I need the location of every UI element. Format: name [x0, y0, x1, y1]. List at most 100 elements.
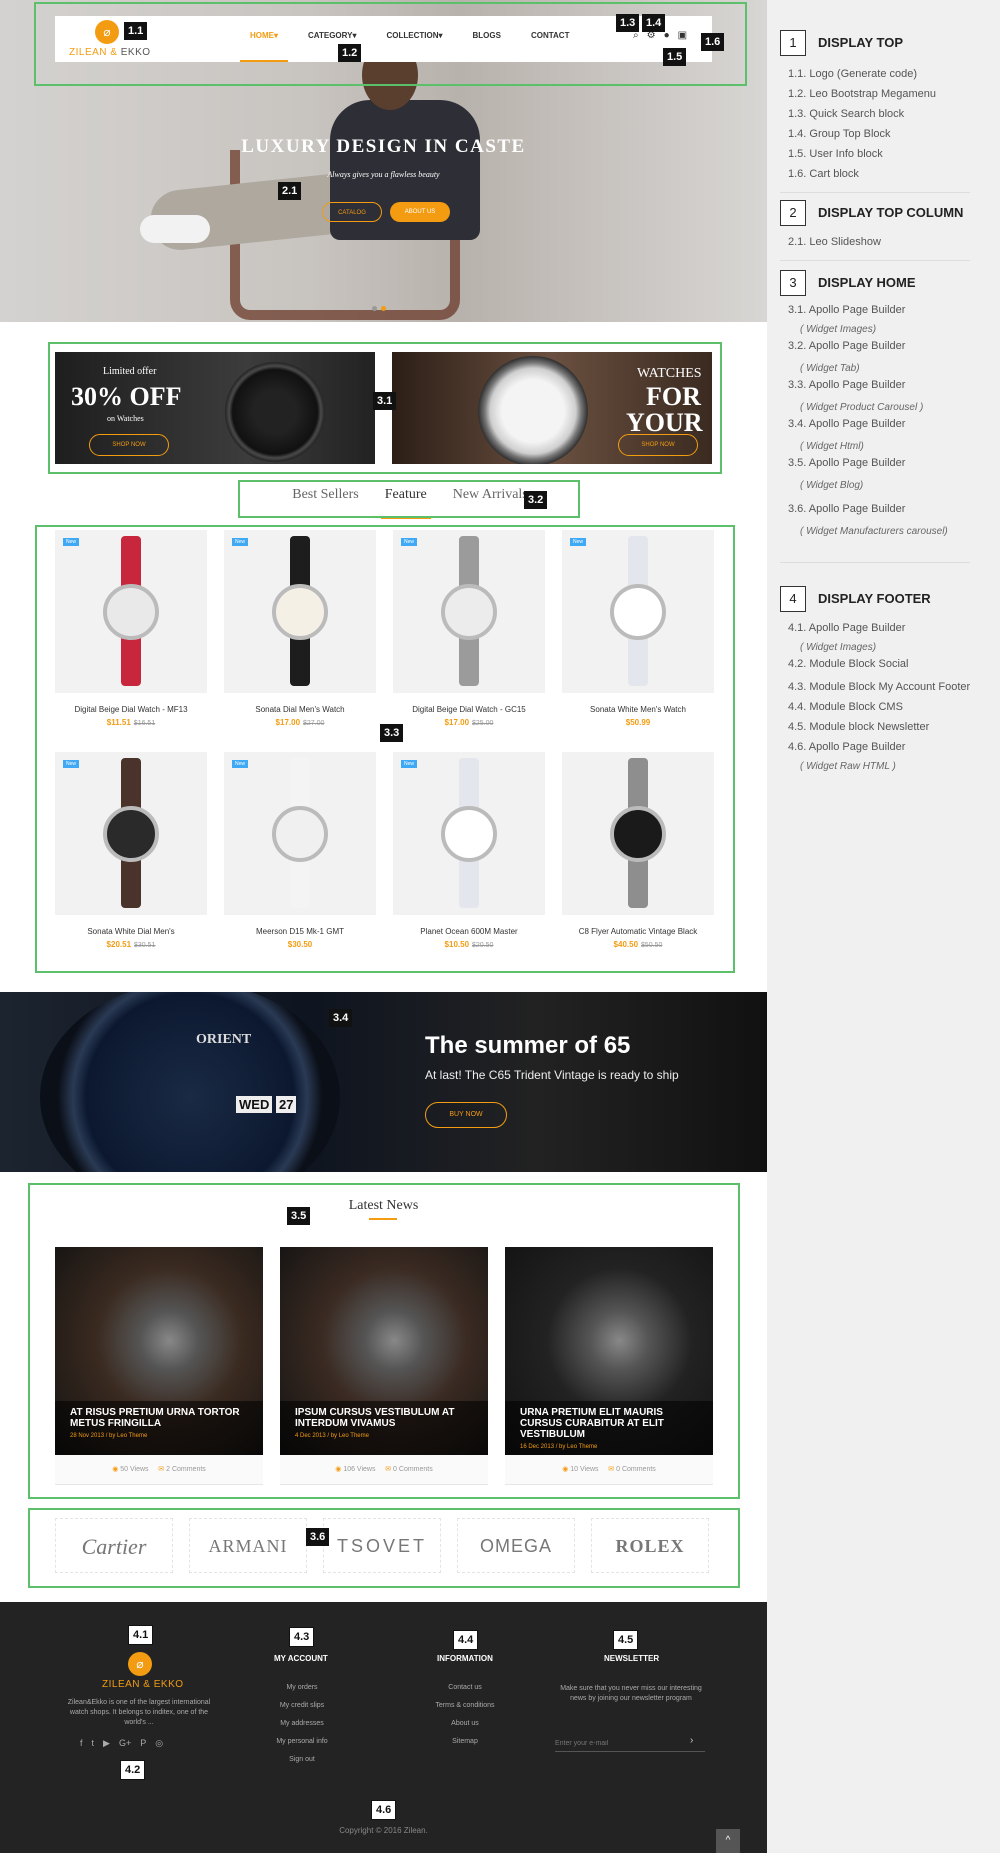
- menu-collection[interactable]: COLLECTION▾: [371, 16, 457, 62]
- footer-link[interactable]: About us: [425, 1720, 505, 1727]
- product-card[interactable]: New Meerson D15 Mk-1 GMT $30.50: [224, 752, 376, 974]
- news-title[interactable]: AT RISUS PRETIUM URNA TORTOR METUS FRING…: [70, 1407, 248, 1429]
- watch-dial: [272, 806, 328, 862]
- legend-item: 4.4. Module Block CMS: [788, 701, 903, 713]
- banner-shop-button[interactable]: SHOP NOW: [89, 434, 169, 456]
- news-card[interactable]: URNA PRETIUM ELIT MAURIS CURSUS CURABITU…: [505, 1247, 713, 1485]
- product-card[interactable]: New Digital Beige Dial Watch - GC15 $17.00…: [393, 530, 545, 752]
- section-label-tag: 2.1: [278, 182, 302, 200]
- banner-watches[interactable]: WATCHES FOR YOUR SHOP NOW: [392, 352, 712, 464]
- footer-link[interactable]: My personal info: [262, 1738, 342, 1745]
- new-badge: New: [63, 760, 80, 768]
- social-links: f t ▶ G+ P ◎: [80, 1738, 163, 1749]
- product-name[interactable]: Digital Beige Dial Watch - GC15: [393, 705, 545, 714]
- legend-section-number: 4: [780, 586, 806, 612]
- legend-item: 1.5. User Info block: [788, 148, 883, 160]
- old-price: $30.51: [134, 942, 156, 949]
- slider-dot-active[interactable]: [381, 306, 386, 311]
- section-label-tag: 4.4: [453, 1630, 479, 1650]
- newsletter-submit-icon[interactable]: ›: [690, 1735, 693, 1746]
- product-name[interactable]: Sonata White Men's Watch: [562, 705, 714, 714]
- product-image[interactable]: New: [393, 752, 545, 915]
- product-image[interactable]: New: [55, 752, 207, 915]
- product-name[interactable]: Sonata Dial Men's Watch: [224, 705, 376, 714]
- product-name[interactable]: C8 Flyer Automatic Vintage Black: [562, 927, 714, 936]
- banner-watch-image: [225, 362, 325, 462]
- footer-link[interactable]: Sign out: [262, 1756, 342, 1763]
- product-price: $10.50 $20.50: [444, 940, 494, 949]
- instagram-icon[interactable]: ◎: [155, 1738, 163, 1749]
- menu-blogs[interactable]: BLOGS: [458, 16, 516, 62]
- banner-offer[interactable]: Limited offer 30% OFF on Watches SHOP NO…: [55, 352, 375, 464]
- menu-contact[interactable]: CONTACT: [516, 16, 585, 62]
- footer-link[interactable]: Contact us: [425, 1684, 505, 1691]
- section-label-tag: 1.5: [663, 48, 687, 66]
- product-card[interactable]: New Planet Ocean 600M Master $10.50 $20.50: [393, 752, 545, 974]
- legend-item: ( Widget Raw HTML ): [800, 761, 896, 772]
- product-card[interactable]: New Sonata White Men's Watch $50.99: [562, 530, 714, 752]
- tab-feature[interactable]: Feature: [379, 481, 433, 519]
- twitter-icon[interactable]: t: [92, 1738, 95, 1749]
- footer-link[interactable]: My credit slips: [262, 1702, 342, 1709]
- google-plus-icon[interactable]: G+: [119, 1738, 131, 1749]
- news-title[interactable]: URNA PRETIUM ELIT MAURIS CURSUS CURABITU…: [520, 1407, 698, 1440]
- menu-home[interactable]: HOME▾: [235, 16, 293, 62]
- legend-section-number: 1: [780, 30, 806, 56]
- footer-link[interactable]: My orders: [262, 1684, 342, 1691]
- pinterest-icon[interactable]: P: [140, 1738, 146, 1749]
- news-date: 4 Dec 2013 / by Leo Theme: [295, 1433, 369, 1439]
- product-card[interactable]: New Digital Beige Dial Watch - MF13 $11.51…: [55, 530, 207, 752]
- hero-about-button[interactable]: ABOUT US: [390, 202, 450, 222]
- footer-newsletter-title: NEWSLETTER: [604, 1654, 660, 1663]
- comment-icon: ✉: [158, 1466, 165, 1473]
- eye-icon: ◉: [112, 1466, 119, 1473]
- comment-icon: ✉: [608, 1466, 615, 1473]
- product-image[interactable]: New: [562, 530, 714, 693]
- hero-catalog-button[interactable]: CATALOG: [322, 202, 382, 222]
- product-image[interactable]: New: [393, 530, 545, 693]
- product-name[interactable]: Meerson D15 Mk-1 GMT: [224, 927, 376, 936]
- product-card[interactable]: C8 Flyer Automatic Vintage Black $40.50 $5…: [562, 752, 714, 974]
- brand-logo[interactable]: Cartier: [55, 1518, 173, 1573]
- back-to-top-button[interactable]: ^: [716, 1829, 740, 1853]
- slider-dot[interactable]: [372, 306, 377, 311]
- brand-logo[interactable]: OMEGA: [457, 1518, 575, 1573]
- facebook-icon[interactable]: f: [80, 1738, 83, 1749]
- news-card[interactable]: IPSUM CURSUS VESTIBULUM AT INTERDUM VIVA…: [280, 1247, 488, 1485]
- youtube-icon[interactable]: ▶: [103, 1738, 110, 1749]
- legend-item: ( Widget Product Carousel ): [800, 402, 924, 413]
- product-image[interactable]: New: [224, 752, 376, 915]
- footer-link[interactable]: Sitemap: [425, 1738, 505, 1745]
- buy-now-button[interactable]: BUY NOW: [425, 1102, 507, 1128]
- product-card[interactable]: New Sonata White Dial Men's $20.51 $30.51: [55, 752, 207, 974]
- footer-link[interactable]: Terms & conditions: [425, 1702, 505, 1709]
- tab-new-arrivals[interactable]: New Arrivals: [447, 481, 534, 517]
- footer-link[interactable]: My addresses: [262, 1720, 342, 1727]
- legend-item: 1.2. Leo Bootstrap Megamenu: [788, 88, 936, 100]
- banner-line-1: WATCHES: [637, 366, 702, 381]
- brand-logo[interactable]: ARMANI: [189, 1518, 307, 1573]
- product-card[interactable]: New Sonata Dial Men's Watch $17.00 $27.00: [224, 530, 376, 752]
- banner-shop-button[interactable]: SHOP NOW: [618, 434, 698, 456]
- footer-logo[interactable]: ⌀ ZILEAN & EKKO: [100, 1652, 183, 1692]
- footer-logo-text: ZILEAN & EKKO: [102, 1679, 184, 1690]
- newsletter-email-input[interactable]: [555, 1736, 705, 1752]
- news-title[interactable]: IPSUM CURSUS VESTIBULUM AT INTERDUM VIVA…: [295, 1407, 473, 1429]
- brand-logo[interactable]: ROLEX: [591, 1518, 709, 1573]
- product-name[interactable]: Sonata White Dial Men's: [55, 927, 207, 936]
- product-carousel: New Digital Beige Dial Watch - MF13 $11.51…: [55, 530, 714, 974]
- product-name[interactable]: Digital Beige Dial Watch - MF13: [55, 705, 207, 714]
- old-price: $16.51: [133, 720, 156, 727]
- tab-best-sellers[interactable]: Best Sellers: [286, 481, 365, 517]
- cart-icon[interactable]: ▣: [678, 30, 687, 41]
- new-badge: New: [232, 538, 249, 546]
- legend-item: 3.6. Apollo Page Builder: [788, 503, 906, 515]
- product-image[interactable]: New: [224, 530, 376, 693]
- product-name[interactable]: Planet Ocean 600M Master: [393, 927, 545, 936]
- legend-item: 3.5. Apollo Page Builder: [788, 457, 906, 469]
- product-image[interactable]: [562, 752, 714, 915]
- brand-logo[interactable]: TSOVET: [323, 1518, 441, 1573]
- news-card[interactable]: AT RISUS PRETIUM URNA TORTOR METUS FRING…: [55, 1247, 263, 1485]
- section-label-tag: 1.2: [338, 44, 362, 62]
- product-image[interactable]: New: [55, 530, 207, 693]
